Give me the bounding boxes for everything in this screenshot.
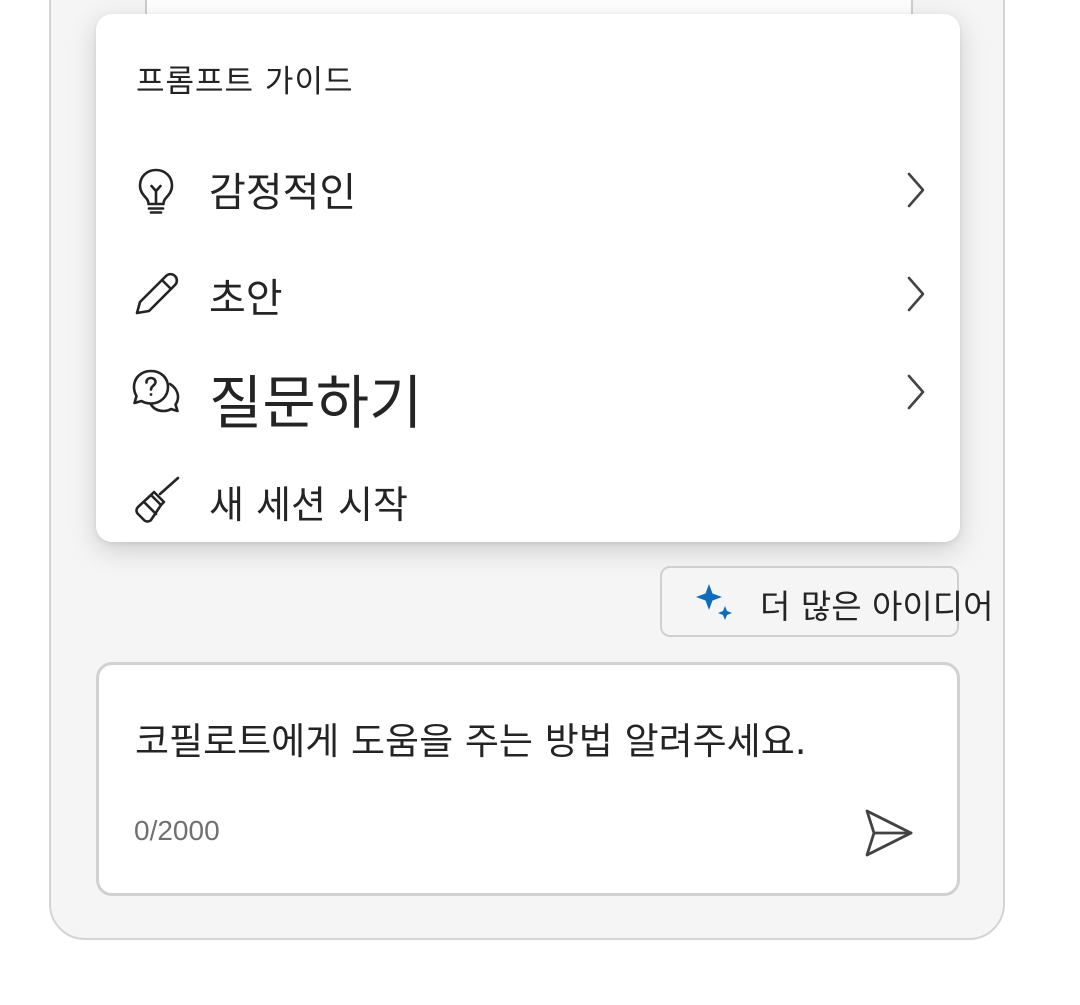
chevron-right-icon [907,374,925,410]
chevron-right-icon [907,276,925,312]
prompt-guide-menu: 프롬프트 가이드 감정적인 초안 질문하기 새 세션 시작 [96,14,960,542]
menu-item-label: 새 세션 시작 [209,483,408,527]
message-input[interactable]: 코필로트에게 도움을 주는 방법 알려주세요. [135,711,807,765]
menu-item-draft[interactable]: 초안 [96,244,960,340]
message-input-box[interactable]: 코필로트에게 도움을 주는 방법 알려주세요. 0/2000 [96,662,960,896]
broom-icon [135,476,180,523]
sparkle-icon [696,584,732,620]
menu-title: 프롬프트 가이드 [136,64,354,100]
menu-item-label: 감정적인 [209,170,357,216]
send-icon[interactable] [861,805,917,861]
menu-item-label: 초안 [209,276,283,322]
pencil-icon [135,272,179,315]
lightbulb-icon [138,168,174,214]
copilot-pane: 프롬프트 가이드 감정적인 초안 질문하기 새 세션 시작 더 많은 아이디어 … [0,0,1080,1005]
more-ideas-button[interactable]: 더 많은 아이디어 [660,566,994,637]
menu-item-ask-questions[interactable]: 질문하기 [96,342,960,438]
menu-item-new-session[interactable]: 새 세션 시작 [96,450,960,546]
question-chat-icon [132,369,180,413]
chevron-right-icon [907,172,925,208]
menu-item-label: 질문하기 [209,369,423,437]
menu-item-emotional[interactable]: 감정적인 [96,140,960,236]
more-ideas-label: 더 많은 아이디어 [760,587,994,626]
character-counter: 0/2000 [134,815,220,846]
